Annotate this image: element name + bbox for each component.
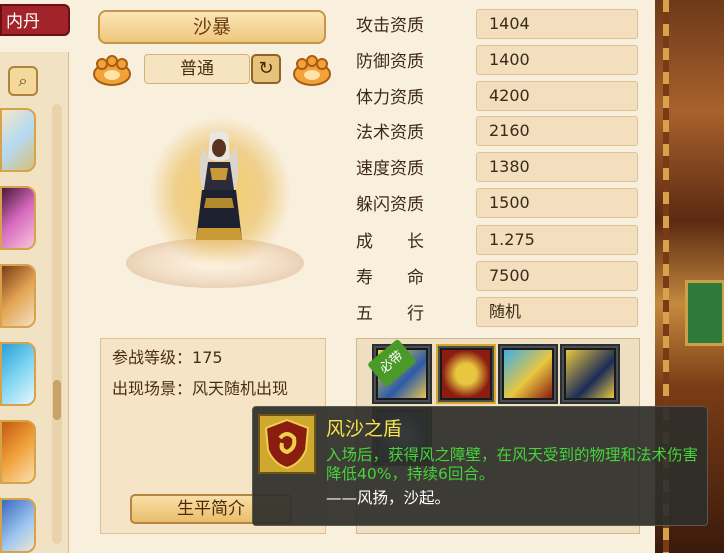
skill-slot[interactable]: [560, 344, 620, 404]
attr-value: 1400: [476, 45, 638, 75]
paw-left-icon[interactable]: [90, 54, 134, 86]
scene-value: 风天随机出现: [192, 379, 289, 398]
attr-value: 1404: [476, 9, 638, 39]
attr-label: 躲闪资质: [356, 195, 424, 215]
paw-right-icon[interactable]: [288, 54, 334, 86]
skill-slot[interactable]: [498, 344, 558, 404]
shield-swirl-icon: [264, 418, 310, 470]
attr-label: 体力资质: [356, 88, 424, 108]
tooltip-quote: ——风扬，沙起。: [326, 489, 451, 507]
attr-value: 2160: [476, 116, 638, 146]
pet-avatar[interactable]: [0, 108, 36, 172]
scene-label: 出现场景：: [112, 379, 193, 398]
attr-label: 成 长: [356, 232, 424, 252]
level-row: 参战等级：175: [112, 346, 223, 370]
list-scrollbar[interactable]: [52, 104, 62, 544]
grade-display: 普通: [144, 54, 250, 84]
tooltip-description: 入场后，获得风之障壁，在风天受到的物理和法术伤害降低40%，持续6回合。: [326, 446, 699, 483]
tooltip-skill-icon-frame: [258, 414, 316, 474]
pet-name-banner: 沙暴: [98, 10, 326, 44]
pet-avatar[interactable]: [0, 186, 36, 250]
pet-character-image: [196, 131, 242, 240]
attr-value: 1.275: [476, 225, 638, 255]
level-label: 参战等级：: [112, 348, 193, 367]
pet-avatar[interactable]: [0, 420, 36, 484]
skill-slot-selected[interactable]: [436, 344, 496, 404]
level-value: 175: [192, 348, 223, 367]
tooltip-title: 风沙之盾: [326, 418, 403, 440]
attr-value: 1380: [476, 152, 638, 182]
attr-label: 防御资质: [356, 52, 424, 72]
attr-value: 4200: [476, 81, 638, 111]
search-button[interactable]: ⌕: [8, 66, 38, 96]
attr-value: 7500: [476, 261, 638, 291]
attr-value: 随机: [476, 297, 638, 327]
pet-avatar[interactable]: [0, 498, 36, 553]
pet-avatar[interactable]: [0, 264, 36, 328]
attr-label: 速度资质: [356, 159, 424, 179]
skill-shield-crystal-icon: [502, 348, 554, 400]
pet-avatar[interactable]: [0, 342, 36, 406]
skill-crossed-swords-icon: [564, 348, 616, 400]
attr-label: 五 行: [356, 304, 424, 324]
attr-value: 1500: [476, 188, 638, 218]
attr-label: 寿 命: [356, 268, 424, 288]
search-icon: ⌕: [18, 71, 28, 90]
refresh-icon: ↻: [258, 58, 274, 79]
attr-label: 攻击资质: [356, 16, 424, 36]
list-scrollbar-thumb[interactable]: [53, 380, 61, 420]
skill-shield-swirl-icon: [440, 348, 492, 400]
scene-row: 出现场景：风天随机出现: [112, 377, 322, 401]
attr-label: 法术资质: [356, 123, 424, 143]
refresh-button[interactable]: ↻: [251, 54, 281, 84]
tab-neidan[interactable]: 内丹: [0, 4, 70, 36]
